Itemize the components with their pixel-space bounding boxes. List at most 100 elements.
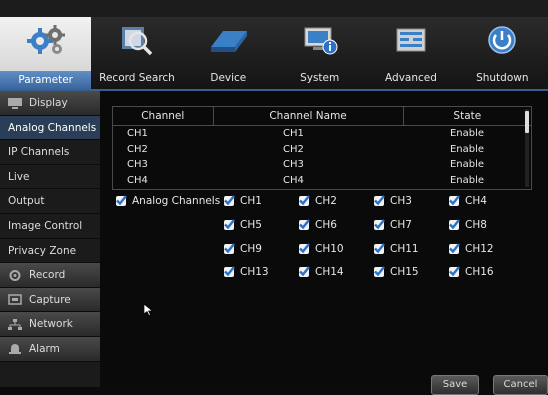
main-menu: Parameter Record Search Device System Ad… bbox=[0, 17, 548, 91]
channel-checkbox[interactable] bbox=[449, 195, 460, 206]
channel-checkbox-label: CH3 bbox=[390, 195, 412, 207]
channel-checkbox[interactable] bbox=[299, 243, 310, 254]
sidebar-item-label: Output bbox=[8, 195, 45, 208]
cell-channel-name: CH3 bbox=[283, 159, 304, 170]
capture-icon bbox=[8, 294, 22, 305]
channel-checkbox[interactable] bbox=[299, 219, 310, 230]
channel-checkbox[interactable] bbox=[449, 243, 460, 254]
checkmark-icon bbox=[449, 243, 460, 254]
channel-checkbox[interactable] bbox=[374, 195, 385, 206]
analog-channels-all-checkbox[interactable] bbox=[116, 195, 127, 206]
cell-channel: CH4 bbox=[127, 174, 148, 186]
menu-system[interactable]: System bbox=[274, 17, 365, 89]
cell-state: Enable bbox=[449, 159, 485, 170]
hard-drive-icon bbox=[211, 31, 248, 52]
record-gear-icon bbox=[9, 269, 21, 281]
checkmark-icon bbox=[374, 243, 385, 254]
channel-checkbox[interactable] bbox=[374, 266, 385, 277]
channel-checkbox-label: CH1 bbox=[240, 195, 262, 207]
analog-channels-all-label: Analog Channels bbox=[132, 195, 221, 207]
menu-record-search[interactable]: Record Search bbox=[91, 17, 182, 89]
cell-channel-name: CH1 bbox=[283, 128, 304, 139]
channel-checkbox[interactable] bbox=[374, 219, 385, 230]
channel-checkbox[interactable] bbox=[224, 266, 235, 277]
checkmark-icon bbox=[299, 243, 310, 254]
sidebar-item-live[interactable]: Live bbox=[0, 165, 100, 190]
checkmark-icon bbox=[224, 243, 235, 254]
column-header-channel-name: Channel Name bbox=[214, 107, 404, 125]
channel-checkbox-label: CH12 bbox=[465, 243, 494, 255]
channel-checkbox[interactable] bbox=[299, 266, 310, 277]
checkmark-icon bbox=[224, 219, 235, 230]
table-scrollbar[interactable] bbox=[525, 109, 529, 187]
cell-channel: CH3 bbox=[127, 159, 148, 170]
sidebar-group-alarm-label: Alarm bbox=[29, 342, 60, 355]
menu-advanced[interactable]: Advanced bbox=[365, 17, 456, 89]
sidebar-group-capture[interactable]: Capture bbox=[0, 287, 100, 313]
sidebar-group-network[interactable]: Network bbox=[0, 312, 100, 337]
checkmark-icon bbox=[449, 219, 460, 230]
column-header-state: State bbox=[453, 110, 482, 122]
table-row[interactable]: CH4 CH4 Enable bbox=[113, 173, 531, 189]
channel-checkbox-label: CH6 bbox=[315, 219, 337, 231]
sidebar-group-record[interactable]: Record bbox=[0, 263, 100, 288]
menu-advanced-label: Advanced bbox=[385, 72, 437, 84]
channel-checkbox[interactable] bbox=[224, 219, 235, 230]
channel-checkbox[interactable] bbox=[449, 219, 460, 230]
channel-checkbox-label: CH15 bbox=[390, 266, 419, 278]
column-header-channel: Channel bbox=[113, 107, 214, 125]
sidebar-group-alarm[interactable]: Alarm bbox=[0, 336, 100, 362]
cancel-button[interactable]: Cancel bbox=[493, 375, 548, 395]
table-row[interactable]: CH1 CH1 Enable bbox=[113, 126, 531, 142]
menu-shutdown[interactable]: Shutdown bbox=[457, 17, 548, 89]
analog-channels-panel: Channel Channel Name State CH1 CH1 Enabl… bbox=[100, 91, 548, 387]
cell-channel-name: CH4 bbox=[283, 174, 304, 186]
system-info-icon bbox=[304, 27, 338, 55]
sidebar-group-network-label: Network bbox=[29, 318, 73, 331]
channel-checkbox-label: CH8 bbox=[465, 219, 487, 231]
table-row[interactable]: CH2 CH2 Enable bbox=[113, 142, 531, 158]
sidebar-group-record-label: Record bbox=[29, 269, 66, 282]
table-row[interactable]: CH3 CH3 Enable bbox=[113, 157, 531, 173]
sidebar-group-capture-label: Capture bbox=[29, 293, 71, 306]
channel-checkbox-label: CH11 bbox=[390, 243, 419, 255]
network-icon bbox=[8, 318, 22, 330]
menu-device[interactable]: Device bbox=[183, 17, 274, 89]
menu-system-label: System bbox=[300, 72, 340, 84]
sidebar-item-privacy-zone[interactable]: Privacy Zone bbox=[0, 239, 100, 264]
sidebar-item-label: Privacy Zone bbox=[8, 244, 77, 257]
menu-parameter-label: Parameter bbox=[0, 71, 92, 89]
channel-checkbox-label: CH2 bbox=[315, 195, 337, 207]
checkmark-icon bbox=[374, 266, 385, 277]
checkmark-icon bbox=[449, 195, 460, 206]
channel-checkbox[interactable] bbox=[449, 266, 460, 277]
save-button[interactable]: Save bbox=[431, 375, 479, 395]
sidebar-item-label: Live bbox=[8, 170, 30, 183]
gears-icon bbox=[26, 25, 65, 54]
sidebar-item-ip-channels[interactable]: IP Channels bbox=[0, 140, 100, 165]
sidebar-group-display[interactable]: Display bbox=[0, 91, 100, 116]
scrollbar-thumb[interactable] bbox=[525, 111, 529, 133]
cell-channel-name: CH2 bbox=[283, 143, 304, 155]
channel-checkbox-label: CH9 bbox=[240, 243, 262, 255]
channel-checkbox[interactable] bbox=[224, 243, 235, 254]
checkmark-icon bbox=[374, 219, 385, 230]
channel-checkbox[interactable] bbox=[374, 243, 385, 254]
sidebar-item-analog-channels[interactable]: Analog Channels bbox=[0, 115, 100, 141]
cell-state: Enable bbox=[449, 174, 485, 186]
channel-checkbox-label: CH16 bbox=[465, 266, 494, 278]
cell-state: Enable bbox=[449, 143, 485, 155]
channel-checkbox[interactable] bbox=[224, 195, 235, 206]
checkmark-icon bbox=[224, 195, 235, 206]
channel-checkbox[interactable] bbox=[299, 195, 310, 206]
cell-channel: CH2 bbox=[127, 143, 148, 155]
cell-channel: CH1 bbox=[127, 128, 148, 139]
channel-checkbox-label: CH14 bbox=[315, 266, 344, 278]
menu-parameter[interactable]: Parameter bbox=[0, 17, 92, 89]
checkmark-icon bbox=[116, 195, 127, 206]
monitor-icon bbox=[8, 97, 22, 109]
sidebar-item-output[interactable]: Output bbox=[0, 189, 100, 214]
menu-record-search-label: Record Search bbox=[99, 72, 175, 84]
channel-checkbox-label: CH13 bbox=[240, 266, 269, 278]
sidebar-item-image-control[interactable]: Image Control bbox=[0, 214, 100, 239]
